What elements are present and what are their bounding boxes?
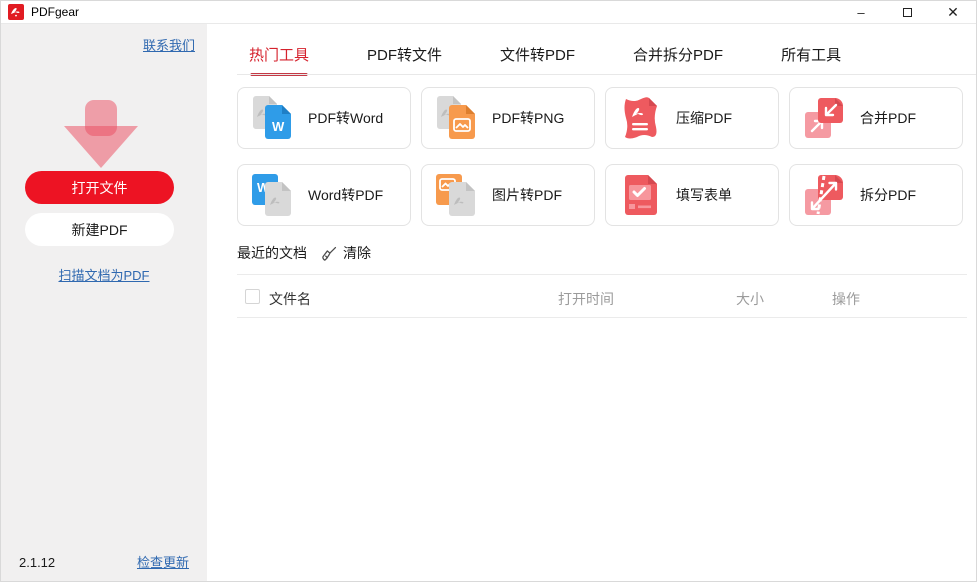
new-pdf-button[interactable]: 新建PDF (25, 213, 174, 246)
tabs-divider (237, 74, 976, 75)
tab-merge-split[interactable]: 合并拆分PDF (633, 44, 723, 73)
column-open-time: 打开时间 (558, 291, 614, 307)
card-image-to-pdf[interactable]: 图片转PDF (421, 164, 595, 226)
card-label: PDF转Word (308, 110, 384, 126)
card-pdf-to-word[interactable]: W PDF转Word (237, 87, 411, 149)
compress-pdf-icon (619, 95, 661, 141)
tool-tabs: 热门工具 PDF转文件 文件转PDF 合并拆分PDF 所有工具 (249, 44, 841, 73)
card-word-to-pdf[interactable]: W Word转PDF (237, 164, 411, 226)
open-file-button[interactable]: 打开文件 (25, 171, 174, 204)
tab-file-to-pdf[interactable]: 文件转PDF (500, 44, 575, 73)
card-label: 合并PDF (860, 110, 916, 126)
column-size: 大小 (736, 291, 764, 307)
title-bar: PDFgear – ✕ (1, 1, 976, 24)
merge-pdf-icon (803, 95, 845, 141)
pdf-to-word-icon: W (251, 95, 293, 141)
recent-docs-table-header: 文件名 打开时间 大小 操作 (237, 274, 967, 318)
word-to-pdf-icon: W (251, 172, 293, 218)
recent-docs-header: 最近的文档 清除 (237, 243, 371, 263)
split-pdf-icon (803, 172, 845, 218)
svg-text:W: W (272, 119, 285, 134)
window-controls: – ✕ (838, 1, 976, 24)
maximize-icon (902, 8, 912, 17)
tab-all-tools[interactable]: 所有工具 (781, 44, 841, 73)
sidebar: 联系我们 打开文件 新建PDF 扫描文档为PDF 2.1.12 检查更新 (1, 24, 207, 581)
select-all-checkbox[interactable] (245, 289, 260, 304)
card-label: PDF转PNG (492, 110, 565, 126)
pdfgear-window: PDFgear – ✕ 联系我们 打开文件 新建PDF 扫描文档为PDF 2.1… (0, 0, 977, 582)
card-fill-form[interactable]: 填写表单 (605, 164, 779, 226)
card-label: 填写表单 (676, 187, 732, 203)
minimize-icon: – (857, 5, 865, 20)
card-merge-pdf[interactable]: 合并PDF (789, 87, 963, 149)
card-label: Word转PDF (308, 187, 384, 203)
download-arrow-icon (64, 100, 138, 168)
clear-recent-button[interactable]: 清除 (321, 243, 371, 263)
card-label: 图片转PDF (492, 187, 562, 203)
maximize-button[interactable] (884, 1, 930, 24)
broom-icon (322, 246, 337, 261)
close-icon: ✕ (947, 4, 959, 20)
check-update-link[interactable]: 检查更新 (137, 552, 189, 571)
version-label: 2.1.12 (19, 555, 56, 570)
window-title: PDFgear (31, 5, 80, 19)
column-filename: 文件名 (269, 291, 311, 307)
card-compress-pdf[interactable]: 压缩PDF (605, 87, 779, 149)
image-to-pdf-icon (435, 172, 477, 218)
card-label: 拆分PDF (860, 187, 916, 203)
pdf-to-png-icon (435, 95, 477, 141)
card-split-pdf[interactable]: 拆分PDF (789, 164, 963, 226)
column-action: 操作 (832, 291, 860, 307)
tab-pdf-to-file[interactable]: PDF转文件 (367, 44, 442, 73)
card-label: 压缩PDF (676, 110, 732, 126)
fill-form-icon (619, 172, 661, 218)
scan-to-pdf-link[interactable]: 扫描文档为PDF (58, 268, 149, 283)
pdfgear-logo-icon (8, 4, 24, 20)
contact-us-link[interactable]: 联系我们 (143, 35, 195, 54)
main-content: 热门工具 PDF转文件 文件转PDF 合并拆分PDF 所有工具 W PDF转Wo… (207, 24, 976, 581)
tab-hot-tools[interactable]: 热门工具 (249, 44, 309, 73)
card-pdf-to-png[interactable]: PDF转PNG (421, 87, 595, 149)
tool-card-grid: W PDF转Word PDF转PNG 压缩PDF 合并PDF W Word转PD… (237, 87, 963, 226)
clear-label: 清除 (343, 245, 371, 261)
close-button[interactable]: ✕ (930, 1, 976, 24)
recent-docs-title: 最近的文档 (237, 245, 307, 261)
minimize-button[interactable]: – (838, 1, 884, 24)
